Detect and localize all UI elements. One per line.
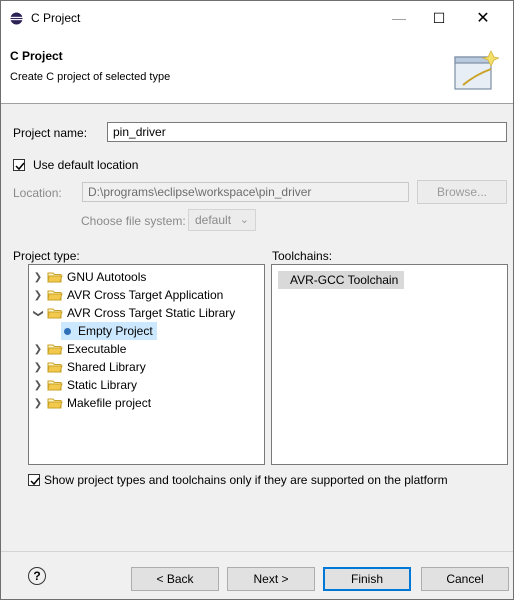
help-icon[interactable]: ? — [28, 567, 46, 585]
tree-item-label: AVR Cross Target Static Library — [67, 306, 236, 320]
project-type-tree[interactable]: ❯ GNU Autotools ❯ AVR Cross Target Appli… — [28, 264, 265, 465]
project-template-icon — [64, 327, 71, 335]
tree-item-shared-library[interactable]: ❯ Shared Library — [33, 358, 146, 376]
tree-item-label: Makefile project — [67, 396, 152, 410]
cancel-button[interactable]: Cancel — [421, 567, 509, 591]
tree-item-label: Static Library — [67, 378, 138, 392]
file-system-value: default — [195, 213, 232, 227]
tree-item-label: Shared Library — [67, 360, 146, 374]
folder-icon — [47, 344, 63, 355]
tree-item-label: GNU Autotools — [67, 270, 147, 284]
file-system-select[interactable]: default ⌄ — [188, 209, 256, 231]
tree-item-makefile-project[interactable]: ❯ Makefile project — [33, 394, 151, 412]
chevron-right-icon[interactable]: ❯ — [33, 344, 43, 355]
tree-item-avr-cross-target-static-library[interactable]: ❯ AVR Cross Target Static Library — [33, 304, 236, 322]
use-default-location-label: Use default location — [33, 158, 139, 172]
folder-open-icon — [47, 308, 63, 319]
folder-icon — [47, 380, 63, 391]
c-project-dialog: C Project — ☐ ✕ C Project Create C proje… — [0, 0, 514, 600]
chevron-right-icon[interactable]: ❯ — [33, 398, 43, 409]
folder-icon — [47, 398, 63, 409]
banner-title: C Project — [10, 49, 63, 63]
tree-item-empty-project[interactable]: Empty Project — [61, 322, 157, 340]
project-name-input[interactable]: pin_driver — [107, 122, 507, 142]
wizard-banner: C Project Create C project of selected t… — [1, 35, 513, 104]
filter-supported-label: Show project types and toolchains only i… — [44, 473, 448, 487]
toolchain-item-avr-gcc[interactable]: AVR-GCC Toolchain — [278, 271, 404, 289]
chevron-right-icon[interactable]: ❯ — [33, 290, 43, 301]
chevron-right-icon[interactable]: ❯ — [33, 380, 43, 391]
title-bar: C Project — ☐ ✕ — [1, 1, 513, 35]
tree-item-label: Empty Project — [78, 324, 153, 338]
chevron-right-icon[interactable]: ❯ — [33, 272, 43, 283]
filter-supported-checkbox[interactable] — [28, 474, 40, 486]
next-button[interactable]: Next > — [227, 567, 315, 591]
use-default-location-checkbox[interactable] — [13, 159, 25, 171]
toolchains-list[interactable]: AVR-GCC Toolchain — [271, 264, 508, 465]
maximize-button[interactable]: ☐ — [421, 1, 457, 35]
back-button[interactable]: < Back — [131, 567, 219, 591]
file-system-label: Choose file system: — [81, 214, 186, 228]
project-type-label: Project type: — [13, 249, 80, 263]
eclipse-icon — [10, 12, 23, 25]
finish-button[interactable]: Finish — [323, 567, 411, 591]
chevron-right-icon[interactable]: ❯ — [33, 362, 43, 373]
checkmark-icon — [30, 477, 40, 486]
location-label: Location: — [13, 186, 62, 200]
close-button[interactable]: ✕ — [465, 1, 501, 35]
browse-button[interactable]: Browse... — [417, 180, 507, 204]
chevron-down-icon[interactable]: ❯ — [33, 308, 44, 318]
minimize-button[interactable]: — — [381, 1, 417, 35]
tree-item-label: AVR Cross Target Application — [67, 288, 224, 302]
wizard-banner-icon — [454, 50, 499, 90]
tree-item-static-library[interactable]: ❯ Static Library — [33, 376, 137, 394]
banner-description: Create C project of selected type — [10, 71, 171, 83]
location-input[interactable]: D:\programs\eclipse\workspace\pin_driver — [82, 182, 409, 202]
project-name-label: Project name: — [13, 126, 88, 140]
toolchains-label: Toolchains: — [272, 249, 333, 263]
folder-icon — [47, 290, 63, 301]
tree-item-executable[interactable]: ❯ Executable — [33, 340, 127, 358]
folder-icon — [47, 362, 63, 373]
checkmark-icon — [15, 162, 25, 171]
folder-icon — [47, 272, 63, 283]
window-title: C Project — [31, 11, 81, 25]
tree-item-gnu-autotools[interactable]: ❯ GNU Autotools — [33, 268, 147, 286]
tree-item-avr-cross-target-application[interactable]: ❯ AVR Cross Target Application — [33, 286, 224, 304]
tree-item-label: Executable — [67, 342, 127, 356]
chevron-down-icon: ⌄ — [239, 214, 249, 226]
button-bar-separator — [1, 551, 513, 552]
